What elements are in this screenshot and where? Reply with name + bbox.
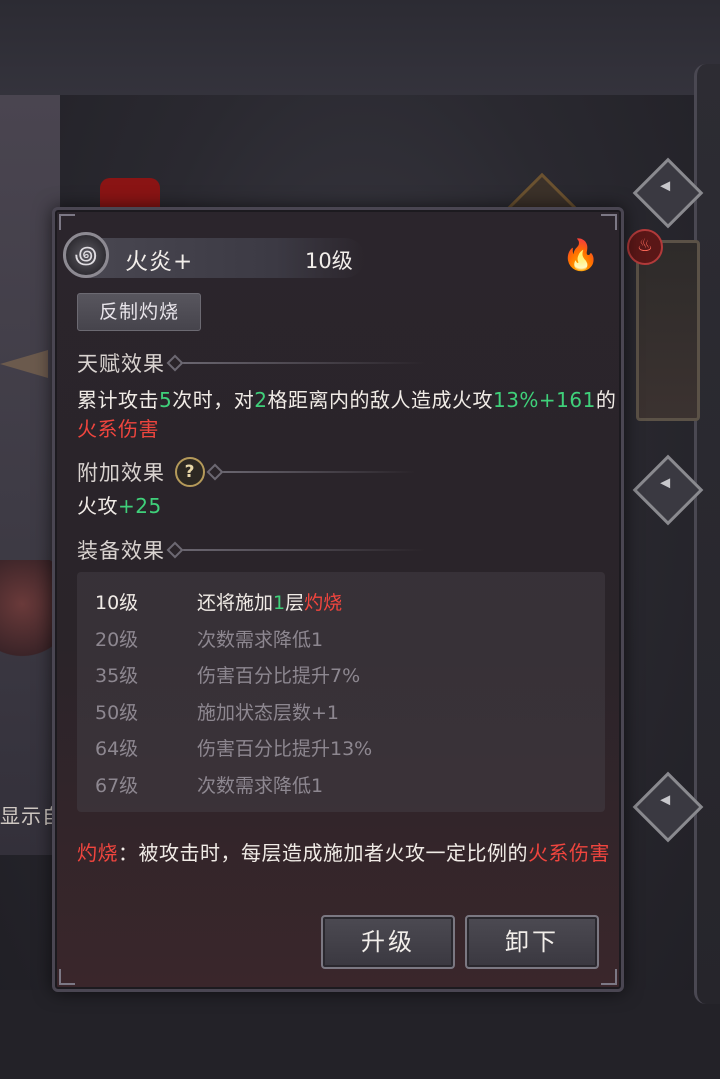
effect-text: 次数需求降低1 bbox=[197, 774, 324, 797]
equip-effect-row: 64级 伤害百分比提升13% bbox=[77, 728, 605, 764]
talent-heading-label: 天赋效果 bbox=[77, 352, 165, 376]
corner-ornament bbox=[601, 969, 617, 985]
effect-text: 施加状态层数+1 bbox=[197, 701, 340, 724]
skill-level: 10级 bbox=[305, 249, 353, 273]
effect-level: 35级 bbox=[95, 665, 139, 687]
divider-line bbox=[175, 362, 425, 364]
arrow-left-icon[interactable] bbox=[632, 454, 704, 526]
highlight-number: 2 bbox=[254, 388, 268, 412]
effect-level: 67级 bbox=[95, 774, 139, 797]
effect-text: 伤害百分比提升13% bbox=[197, 738, 373, 760]
text-segment: 累计攻击 bbox=[77, 388, 159, 412]
skill-name: 火炎+ bbox=[125, 249, 194, 275]
highlight-keyword: 灼烧 bbox=[304, 592, 343, 614]
text-segment: 次时，对 bbox=[172, 388, 255, 412]
bonus-description: 火攻+25 bbox=[77, 492, 617, 521]
text-segment: 还将施加 bbox=[197, 592, 274, 614]
highlight-keyword: 灼烧 bbox=[77, 841, 118, 865]
text-segment: 格距离内的敌人造成火攻 bbox=[267, 388, 493, 412]
background-top bbox=[0, 0, 720, 95]
question-icon[interactable]: ? bbox=[175, 457, 205, 487]
highlight-keyword: 火系伤害 bbox=[77, 417, 159, 441]
effect-text: 次数需求降低1 bbox=[197, 628, 324, 651]
equip-effect-row: 67级 次数需求降低1 bbox=[77, 765, 605, 801]
character-panel-background bbox=[0, 95, 60, 855]
effect-level: 50级 bbox=[95, 701, 139, 724]
talent-description: 累计攻击5次时，对2格距离内的敌人造成火攻13%+161的火系伤害 bbox=[77, 386, 617, 444]
bonus-heading: 附加效果 ? bbox=[77, 457, 415, 487]
right-scroll-strip[interactable] bbox=[694, 64, 720, 1004]
highlight-keyword: 火系伤害 bbox=[528, 841, 610, 865]
arrow-left-icon[interactable] bbox=[632, 771, 704, 843]
equipment-card[interactable] bbox=[636, 240, 700, 421]
text-segment: 火攻 bbox=[77, 494, 118, 518]
flame-icon: 🔥 bbox=[562, 238, 600, 273]
effect-level: 20级 bbox=[95, 628, 139, 651]
equip-effect-row: 10级 还将施加1层灼烧 bbox=[77, 582, 605, 618]
corner-ornament bbox=[601, 214, 617, 230]
highlight-number: 1 bbox=[273, 592, 286, 614]
text-segment: 层 bbox=[285, 592, 305, 614]
character-figure bbox=[0, 560, 55, 670]
bonus-heading-label: 附加效果 bbox=[77, 461, 165, 485]
equip-heading: 装备效果 bbox=[77, 535, 425, 565]
burn-note: 灼烧：被攻击时，每层造成施加者火攻一定比例的火系伤害 bbox=[77, 838, 617, 868]
skill-detail-popup: ꩜ 火炎+ 10级 🔥 反制灼烧 天赋效果 累计攻击5次时，对2格距离内的敌人造… bbox=[52, 207, 624, 992]
fire-element-icon: ♨ bbox=[627, 229, 663, 265]
equip-effect-row: 50级 施加状态层数+1 bbox=[77, 692, 605, 728]
effect-text: 伤害百分比提升7% bbox=[197, 665, 361, 687]
arrow-left-icon[interactable] bbox=[632, 157, 704, 229]
equip-effect-row: 35级 伤害百分比提升7% bbox=[77, 655, 605, 691]
divider-line bbox=[215, 471, 415, 473]
equip-effects-list: 10级 还将施加1层灼烧 20级 次数需求降低1 35级 伤害百分比提升7% 50级 施加状态… bbox=[77, 572, 605, 812]
text-segment: 的 bbox=[595, 388, 617, 412]
highlight-number: 13%+161 bbox=[492, 388, 596, 412]
spike-decoration bbox=[0, 350, 48, 378]
highlight-number: +25 bbox=[118, 494, 162, 518]
swirl-icon: ꩜ bbox=[63, 232, 109, 278]
equip-effect-row: 20级 次数需求降低1 bbox=[77, 619, 605, 655]
background-bottom bbox=[0, 990, 720, 1079]
talent-heading: 天赋效果 bbox=[77, 348, 425, 378]
counter-burn-tag[interactable]: 反制灼烧 bbox=[77, 293, 201, 331]
equip-heading-label: 装备效果 bbox=[77, 539, 165, 563]
corner-ornament bbox=[59, 969, 75, 985]
effect-level: 10级 bbox=[95, 592, 139, 614]
text-segment: ：被攻击时，每层造成施加者火攻一定比例的 bbox=[118, 841, 528, 865]
divider-line bbox=[175, 549, 425, 551]
upgrade-button[interactable]: 升级 bbox=[321, 915, 455, 969]
highlight-number: 5 bbox=[159, 388, 173, 412]
corner-ornament bbox=[59, 214, 75, 230]
effect-level: 64级 bbox=[95, 738, 139, 760]
effect-text: 还将施加1层灼烧 bbox=[197, 588, 342, 615]
unequip-button[interactable]: 卸下 bbox=[465, 915, 599, 969]
